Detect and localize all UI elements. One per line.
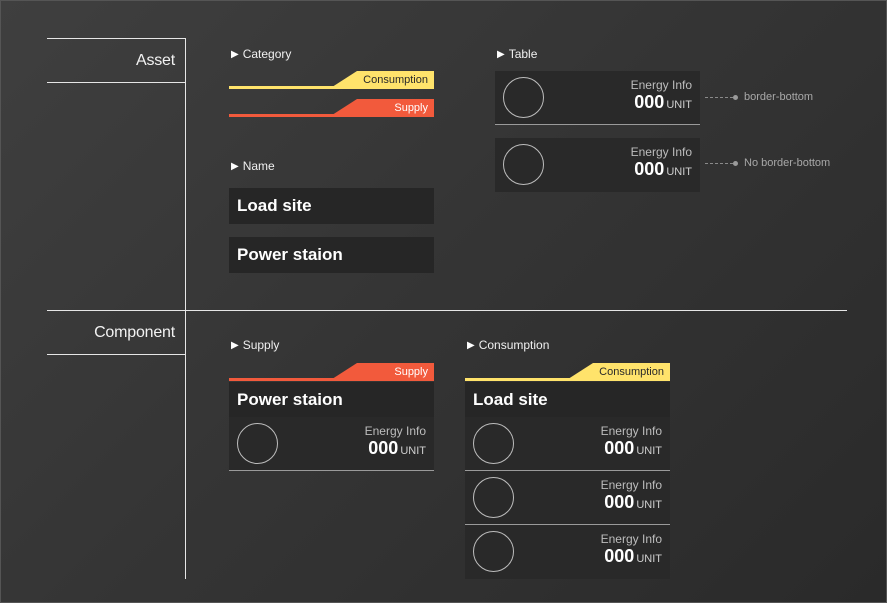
energy-info-label: Energy Info <box>600 478 662 492</box>
energy-info: Energy Info 000 UNIT <box>631 145 692 180</box>
supply-tag-label: Supply <box>329 99 434 117</box>
energy-unit: UNIT <box>636 553 662 565</box>
energy-info-label: Energy Info <box>600 532 662 546</box>
energy-info: Energy Info 000 UNIT <box>601 532 662 567</box>
circle-icon <box>473 531 514 572</box>
energy-info: Energy Info 000 UNIT <box>601 424 662 459</box>
circle-icon <box>473 423 514 464</box>
table-heading-text: Table <box>508 47 538 61</box>
energy-info-label: Energy Info <box>630 145 692 159</box>
category-heading-text: Category <box>242 47 292 61</box>
asset-top-rule <box>47 38 186 39</box>
circle-icon <box>237 423 278 464</box>
triangle-right-icon: ▶ <box>231 48 239 60</box>
energy-info: Energy Info 000 UNIT <box>365 424 426 459</box>
table-row-no-border: Energy Info 000 UNIT <box>495 138 700 192</box>
supply-component-row: Energy Info 000 UNIT <box>229 417 434 471</box>
energy-unit: UNIT <box>666 166 692 178</box>
energy-value: 000 <box>604 438 635 458</box>
energy-value: 000 <box>604 492 635 512</box>
component-bottom-rule <box>47 354 186 355</box>
category-heading: ▶ Category <box>231 47 291 61</box>
energy-value: 000 <box>604 546 635 566</box>
section-label-component: Component <box>94 324 175 341</box>
annotation-text: No border-bottom <box>744 157 831 169</box>
section-divider <box>47 310 847 311</box>
triangle-right-icon: ▶ <box>231 339 239 351</box>
triangle-right-icon: ▶ <box>231 160 239 172</box>
category-tag-consumption: Consumption <box>229 71 434 89</box>
consumption-component-row: Energy Info 000 UNIT <box>465 417 670 471</box>
consumption-component-name: Load site <box>465 382 670 418</box>
supply-component-heading: ▶ Supply <box>231 338 279 352</box>
triangle-right-icon: ▶ <box>497 48 505 60</box>
name-heading-text: Name <box>242 159 275 173</box>
energy-value: 000 <box>368 438 399 458</box>
circle-icon <box>503 77 544 118</box>
table-heading: ▶ Table <box>497 47 537 61</box>
category-tag-supply: Supply <box>229 99 434 117</box>
annotation-dot-icon <box>733 94 738 100</box>
supply-component-tag: Supply <box>229 363 434 381</box>
consumption-component-tag: Consumption <box>465 363 670 381</box>
name-heading: ▶ Name <box>231 159 275 173</box>
triangle-right-icon: ▶ <box>467 339 475 351</box>
energy-info: Energy Info 000 UNIT <box>601 478 662 513</box>
annotation-text: border-bottom <box>744 91 814 103</box>
energy-info-label: Energy Info <box>600 424 662 438</box>
energy-info: Energy Info 000 UNIT <box>631 78 692 113</box>
name-box-load-site: Load site <box>229 188 434 224</box>
consumption-tag-label: Consumption <box>329 71 434 89</box>
supply-component-heading-text: Supply <box>242 338 280 352</box>
circle-icon <box>503 144 544 185</box>
energy-info-label: Energy Info <box>364 424 426 438</box>
consumption-component-heading: ▶ Consumption <box>467 338 549 352</box>
section-vertical-rule <box>185 38 186 579</box>
name-box-power-station: Power staion <box>229 237 434 273</box>
annotation-leader-line <box>705 96 733 98</box>
circle-icon <box>473 477 514 518</box>
consumption-component-row: Energy Info 000 UNIT <box>465 525 670 579</box>
annotation-leader-line <box>705 162 733 164</box>
consumption-tag-label: Consumption <box>565 363 670 381</box>
energy-unit: UNIT <box>666 99 692 111</box>
annotation-border-bottom: border-bottom <box>705 91 813 103</box>
consumption-component-row: Energy Info 000 UNIT <box>465 471 670 525</box>
annotation-dot-icon <box>733 160 738 166</box>
energy-unit: UNIT <box>636 445 662 457</box>
asset-bottom-rule <box>47 82 186 83</box>
table-row-border-bottom: Energy Info 000 UNIT <box>495 71 700 125</box>
energy-value: 000 <box>634 92 665 112</box>
energy-unit: UNIT <box>400 445 426 457</box>
consumption-component-heading-text: Consumption <box>478 338 550 352</box>
energy-unit: UNIT <box>636 499 662 511</box>
annotation-no-border-bottom: No border-bottom <box>705 157 830 169</box>
energy-info-label: Energy Info <box>630 78 692 92</box>
supply-tag-label: Supply <box>329 363 434 381</box>
energy-value: 000 <box>634 159 665 179</box>
section-label-asset: Asset <box>135 52 175 69</box>
supply-component-name: Power staion <box>229 382 434 418</box>
